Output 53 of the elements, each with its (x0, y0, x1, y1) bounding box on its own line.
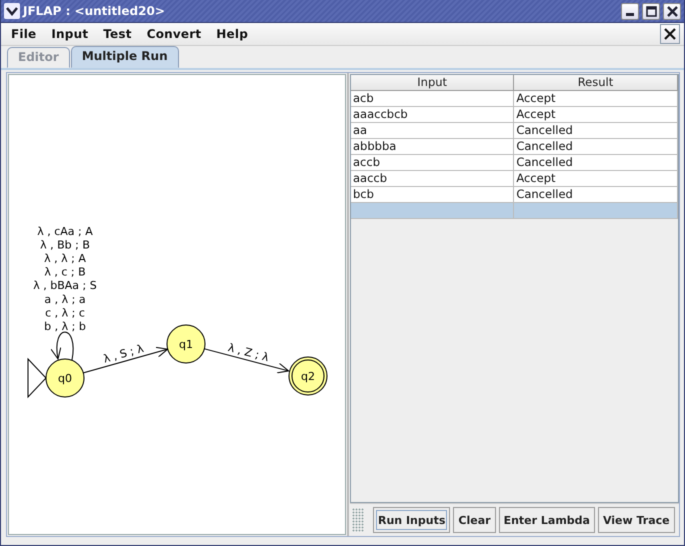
table-cell[interactable]: Cancelled (514, 139, 678, 155)
transition-label: λ , λ ; A (44, 252, 86, 265)
final-state-node[interactable] (288, 356, 328, 396)
close-button[interactable] (660, 24, 680, 44)
transition-label: c , λ ; c (45, 306, 85, 320)
transition-label: b , λ ; b (44, 320, 86, 333)
menu-item[interactable]: Input (46, 25, 94, 43)
transition-label: a , λ ; a (44, 292, 86, 306)
state-label: q2 (301, 370, 315, 383)
table-cell[interactable]: Accept (514, 107, 678, 123)
action-button[interactable]: View Trace (598, 507, 675, 533)
table-cell[interactable] (351, 203, 514, 219)
table-cell[interactable]: abbbba (351, 139, 514, 155)
table-cell[interactable]: acb (351, 91, 514, 107)
menu-item[interactable]: Help (211, 25, 253, 43)
close-button[interactable] (663, 2, 681, 20)
transition-label: λ , Bb ; B (40, 238, 90, 252)
automaton-canvas[interactable]: λ , cAa ; A λ , Bb ; B λ , λ ; A λ , c ; B λ , bBAa ; S a , λ ; a c , λ ; c b , λ ; b λ , S ; λ λ , Z ; λ q0 q1 q2 (8, 74, 346, 535)
tab[interactable]: Multiple Run (70, 46, 179, 68)
menu-item[interactable]: File (6, 25, 42, 43)
menu-item[interactable]: Convert (142, 25, 206, 43)
table-cell[interactable]: Accept (514, 91, 678, 107)
state-node[interactable] (46, 358, 84, 398)
menu-item[interactable]: Test (98, 25, 137, 43)
table-cell[interactable]: Cancelled (514, 155, 678, 171)
transition-label: λ , bBAa ; S (33, 279, 97, 292)
action-button[interactable]: Run Inputs (373, 507, 450, 533)
state-node[interactable] (166, 324, 206, 364)
action-button[interactable]: Clear (453, 507, 496, 533)
state-label: q0 (58, 372, 72, 385)
state-label: q1 (179, 338, 193, 351)
table-cell[interactable]: aa (351, 123, 514, 139)
minimize-button[interactable] (621, 2, 639, 20)
table-cell[interactable] (514, 203, 678, 219)
transition-label: λ , S ; λ (102, 342, 146, 366)
table-cell[interactable]: Cancelled (514, 123, 678, 139)
table-cell[interactable]: bcb (351, 187, 514, 203)
table-cell[interactable]: Cancelled (514, 187, 678, 203)
toolbar-grip[interactable] (352, 508, 364, 532)
transition-label: λ , cAa ; A (37, 224, 93, 238)
window-title: JFLAP : <untitled20> (23, 4, 166, 18)
loop-arrow (51, 332, 74, 360)
table-cell[interactable]: aaccb (351, 171, 514, 187)
table-cell[interactable]: Accept (514, 171, 678, 187)
transition-label: λ , c ; B (44, 266, 86, 279)
column-header[interactable]: Result (514, 75, 678, 91)
column-header[interactable]: Input (351, 75, 514, 91)
table-cell[interactable]: aaaccbcb (351, 107, 514, 123)
window-menu-icon[interactable] (4, 3, 20, 19)
action-button[interactable]: Enter Lambda (498, 507, 595, 533)
maximize-button[interactable] (642, 2, 660, 20)
table-cell[interactable]: accb (351, 155, 514, 171)
transition-label: λ , Z ; λ (226, 341, 270, 364)
